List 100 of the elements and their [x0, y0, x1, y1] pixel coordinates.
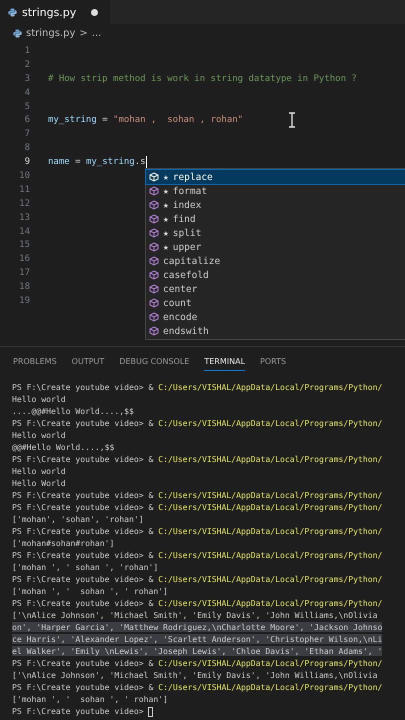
terminal-output: @@#Hello World....,$$ [12, 442, 114, 452]
editor-tab[interactable]: strings.py [0, 0, 110, 24]
line-number: 14 [18, 226, 30, 237]
python-file-icon [13, 28, 22, 38]
star-icon: ★ [163, 214, 169, 224]
terminal-path: C:/Users/VISHAL/AppData/Local/Programs/Python/ [158, 454, 382, 464]
suggestion-item[interactable]: ★ index [146, 198, 405, 212]
suggestion-label: count [163, 298, 192, 308]
terminal-prompt: PS F:\Create youtube video> & [12, 382, 154, 392]
line-number: 3 [24, 74, 30, 84]
terminal-output: Hello world [12, 394, 66, 404]
terminal-output: ['mohan#sohan#rohan'] [12, 538, 114, 548]
panel-tab[interactable]: DEBUG CONSOLE [119, 351, 190, 371]
method-cube-icon [149, 312, 159, 322]
terminal-output: ['mohan ', ' sohan ', 'rohan'] [12, 562, 158, 572]
terminal-prompt: PS F:\Create youtube video> & [12, 490, 154, 500]
terminal-path: C:/Users/VISHAL/AppData/Local/Programs/Python/ [158, 490, 382, 500]
panel-tab[interactable]: TERMINAL [204, 351, 246, 371]
line-number: 15 [18, 240, 30, 250]
panel-tab[interactable]: OUTPUT [72, 351, 104, 371]
terminal-path: C:/Users/VISHAL/AppData/Local/Programs/Python/ [158, 658, 382, 668]
suggestion-item[interactable]: ★ find [146, 212, 405, 226]
suggestion-label: find [172, 214, 196, 224]
code-line: name = my_string.s [48, 157, 146, 168]
breadcrumb-item[interactable]: ... [92, 28, 102, 38]
line-number: 19 [18, 296, 30, 306]
text-cursor [146, 156, 147, 168]
terminal-path: C:/Users/VISHAL/AppData/Local/Programs/Python/ [158, 682, 382, 692]
terminal-prompt: PS F:\Create youtube video> [12, 706, 144, 716]
line-number: 13 [18, 212, 30, 223]
terminal-output: ....@@#Hello World....,$$ [12, 406, 134, 416]
line-number: 17 [18, 268, 30, 278]
method-cube-icon [149, 284, 159, 294]
method-cube-icon [149, 172, 159, 182]
line-number: 1 [24, 46, 30, 56]
terminal-path: C:/Users/VISHAL/AppData/Local/Programs/Python/ [158, 598, 382, 608]
terminal-prompt: PS F:\Create youtube video> & [12, 418, 154, 428]
terminal-output: ['\nAlice Johnson', 'Michael Smith', 'Emily Davis', 'John Williams,\nOlivia [12, 610, 378, 620]
star-icon: ★ [163, 228, 169, 238]
terminal-output: on', 'Harper Garcia', 'Matthew Rodriguez,\nCharlotte Moore', 'Jackson Johnso [12, 622, 382, 632]
method-cube-icon [149, 214, 159, 224]
suggestion-label: capitalize [163, 256, 220, 266]
line-number: 2 [24, 60, 30, 70]
line-number: 11 [18, 184, 30, 195]
terminal-path: C:/Users/VISHAL/AppData/Local/Programs/Python/ [158, 382, 382, 392]
terminal-path: C:/Users/VISHAL/AppData/Local/Programs/Python/ [158, 418, 382, 428]
line-number: 9 [24, 157, 30, 168]
star-icon: ★ [163, 200, 169, 210]
method-cube-icon [149, 326, 159, 336]
terminal-output: ['mohan ', ' sohan ', ' rohan'] [12, 586, 168, 596]
terminal-prompt: PS F:\Create youtube video> & [12, 574, 154, 584]
suggestion-label: encode [163, 312, 198, 322]
breadcrumb-separator: > [79, 28, 88, 38]
terminal-output: ['mohan ', ' sohan ', ' rohan'] [12, 694, 168, 704]
terminal-prompt: PS F:\Create youtube video> & [12, 682, 154, 692]
terminal-output: ['mohan', 'sohan', 'rohan'] [12, 514, 144, 524]
method-cube-icon [149, 298, 159, 308]
python-file-icon [8, 8, 17, 16]
suggestion-item[interactable]: ★ upper [146, 240, 405, 254]
method-cube-icon [149, 186, 159, 196]
suggestion-label: replace [172, 172, 213, 182]
terminal-output: el Walker', 'Emily \nLewis', 'Joseph Lewis', 'Chloe Davis', 'Ethan Adams', ' [12, 646, 382, 656]
suggestion-item[interactable]: capitalize [146, 254, 405, 268]
line-number: 16 [18, 254, 30, 264]
terminal-prompt: PS F:\Create youtube video> & [12, 658, 154, 668]
method-cube-icon [149, 270, 159, 280]
suggestion-item[interactable]: ★ format [146, 184, 405, 198]
code-line: # How strip method is work in string datatype in Python ? [48, 74, 357, 84]
line-number: 5 [24, 102, 30, 112]
mouse-ibeam-icon [288, 112, 296, 128]
terminal-output: ce Harris', 'Alexander Lopez', 'Scarlett Anderson', 'Christopher Wilson,\nLi [12, 634, 382, 644]
line-number: 10 [18, 170, 30, 181]
terminal-path: C:/Users/VISHAL/AppData/Local/Programs/Python/ [158, 550, 382, 560]
suggestion-item[interactable]: center [146, 282, 405, 296]
terminal-prompt: PS F:\Create youtube video> & [12, 598, 154, 608]
suggestion-label: upper [172, 242, 202, 252]
panel-tab[interactable]: PORTS [260, 351, 286, 371]
suggestion-label: split [172, 228, 202, 238]
terminal-output: Hello world [12, 430, 66, 440]
terminal-prompt: PS F:\Create youtube video> & [12, 550, 154, 560]
suggestion-item[interactable]: ★ replace [146, 170, 405, 184]
breadcrumb-item[interactable]: strings.py [26, 28, 76, 38]
method-cube-icon [149, 228, 159, 238]
suggestion-item[interactable]: ★ split [146, 226, 405, 240]
line-number: 4 [24, 88, 30, 98]
terminal-output: Hello World [12, 478, 66, 488]
suggestion-item[interactable]: endswith [146, 324, 405, 338]
star-icon: ★ [163, 186, 169, 196]
terminal-prompt: PS F:\Create youtube video> & [12, 502, 154, 512]
panel-tab[interactable]: PROBLEMS [13, 351, 57, 371]
suggestion-label: center [163, 284, 198, 294]
terminal-prompt: PS F:\Create youtube video> & [12, 526, 154, 536]
terminal-prompt: PS F:\Create youtube video> & [12, 454, 154, 464]
method-cube-icon [149, 200, 159, 210]
suggestion-item[interactable]: casefold [146, 268, 405, 282]
tab-label: strings.py [22, 6, 76, 18]
method-cube-icon [149, 242, 159, 252]
suggestion-item[interactable]: count [146, 296, 405, 310]
line-number: 12 [18, 198, 30, 209]
suggestion-item[interactable]: encode [146, 310, 405, 324]
